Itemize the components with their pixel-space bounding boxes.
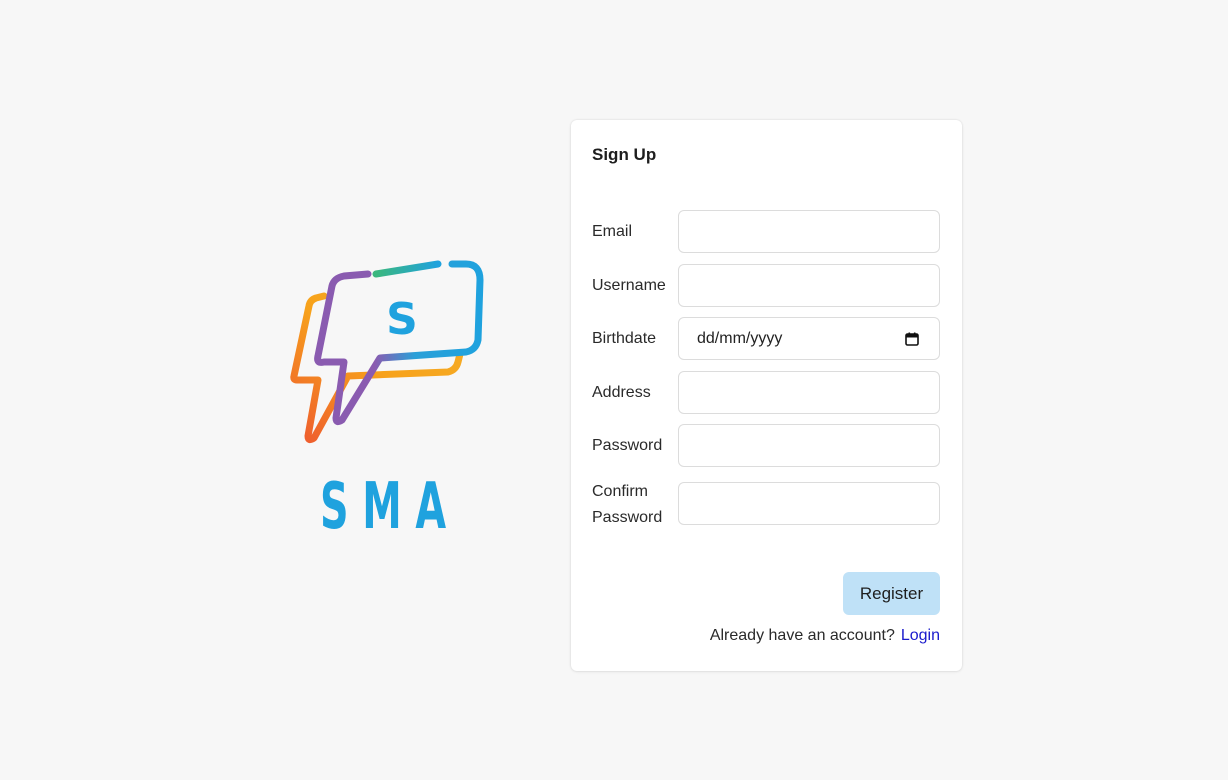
email-field[interactable] [678,210,940,253]
form-title: Sign Up [592,145,657,164]
username-label: Username [592,277,666,294]
brand-name: SMA [320,470,460,544]
calendar-icon[interactable] [905,332,919,346]
confirm-password-field[interactable] [678,482,940,525]
birthdate-field[interactable]: dd/mm/yyyy [678,317,940,360]
address-label: Address [592,384,651,401]
svg-text:S: S [386,294,418,345]
chat-bubbles-logo-icon: S [290,260,484,444]
register-button[interactable]: Register [843,572,940,615]
login-prompt-text: Already have an account? [709,627,895,644]
login-prompt: Already have an account? Login [710,627,940,645]
confirm-password-label-line1: Confirm [592,483,649,500]
username-field[interactable] [678,264,940,307]
email-label: Email [592,223,633,240]
signup-card: Sign Up Email Username Birthdate dd/mm/y… [571,120,962,671]
address-field[interactable] [678,371,940,414]
birthdate-placeholder: dd/mm/yyyy [697,329,783,347]
password-field[interactable] [678,424,940,467]
password-label: Password [592,437,663,454]
confirm-password-label: Confirm Password [592,479,662,531]
birthdate-label: Birthdate [592,330,657,347]
confirm-password-label-line2: Password [592,509,663,526]
login-link[interactable]: Login [901,627,940,644]
